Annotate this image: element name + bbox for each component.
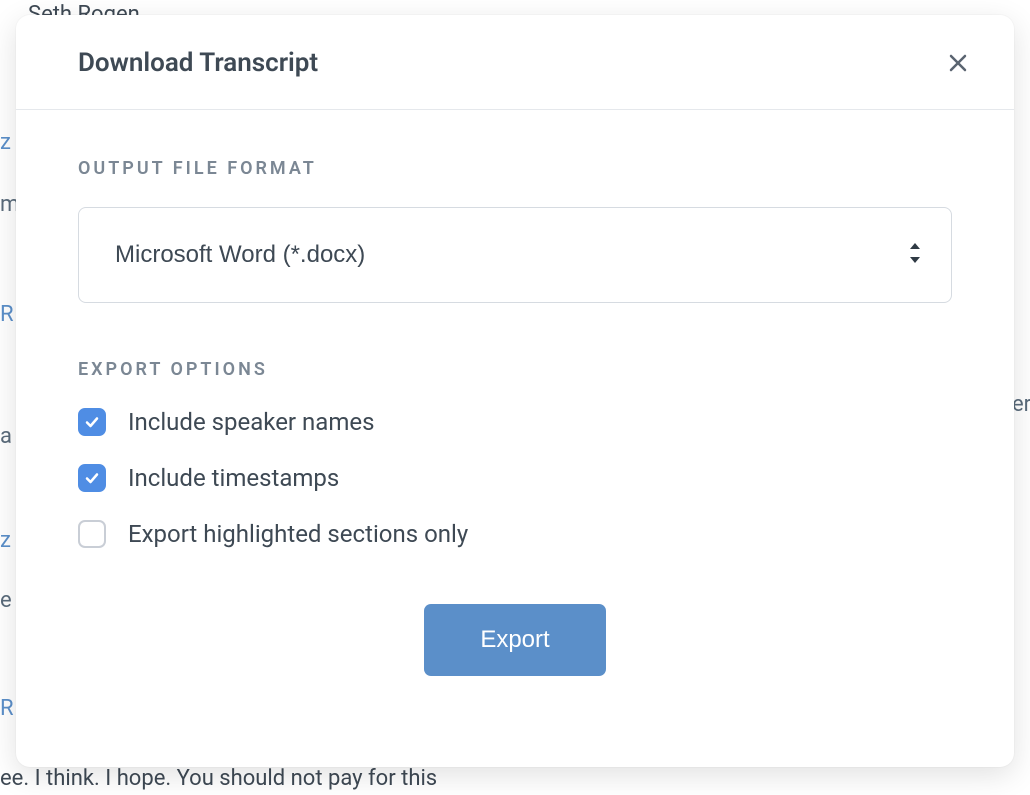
format-select[interactable]: Microsoft Word (*.docx) bbox=[78, 207, 952, 303]
bg-text: z bbox=[0, 524, 11, 557]
modal-header: Download Transcript bbox=[16, 15, 1014, 110]
bg-text: R bbox=[0, 692, 14, 725]
output-format-label: OUTPUT FILE FORMAT bbox=[78, 158, 952, 179]
checkbox[interactable] bbox=[78, 464, 106, 492]
option-include-speaker-names[interactable]: Include speaker names bbox=[78, 408, 952, 436]
bg-text: e bbox=[0, 584, 12, 617]
bg-text: er bbox=[1012, 388, 1030, 421]
option-label: Export highlighted sections only bbox=[128, 520, 468, 548]
check-icon bbox=[84, 470, 100, 486]
close-icon bbox=[946, 51, 970, 75]
export-options-label: EXPORT OPTIONS bbox=[78, 359, 952, 380]
export-button-wrapper: Export bbox=[78, 604, 952, 676]
format-select-wrapper: Microsoft Word (*.docx) bbox=[78, 207, 952, 303]
bg-text: R bbox=[0, 298, 14, 331]
modal-body: OUTPUT FILE FORMAT Microsoft Word (*.doc… bbox=[16, 110, 1014, 767]
close-button[interactable] bbox=[942, 47, 974, 79]
bg-text: a bbox=[0, 420, 12, 453]
option-label: Include speaker names bbox=[128, 408, 374, 436]
bg-text: z bbox=[0, 126, 11, 159]
download-transcript-modal: Download Transcript OUTPUT FILE FORMAT M… bbox=[16, 15, 1014, 767]
option-export-highlighted-only[interactable]: Export highlighted sections only bbox=[78, 520, 952, 548]
checkbox[interactable] bbox=[78, 520, 106, 548]
option-include-timestamps[interactable]: Include timestamps bbox=[78, 464, 952, 492]
check-icon bbox=[84, 414, 100, 430]
option-label: Include timestamps bbox=[128, 464, 339, 492]
export-button[interactable]: Export bbox=[424, 604, 605, 676]
modal-title: Download Transcript bbox=[78, 48, 318, 78]
checkbox[interactable] bbox=[78, 408, 106, 436]
export-options-list: Include speaker names Include timestamps… bbox=[78, 408, 952, 548]
